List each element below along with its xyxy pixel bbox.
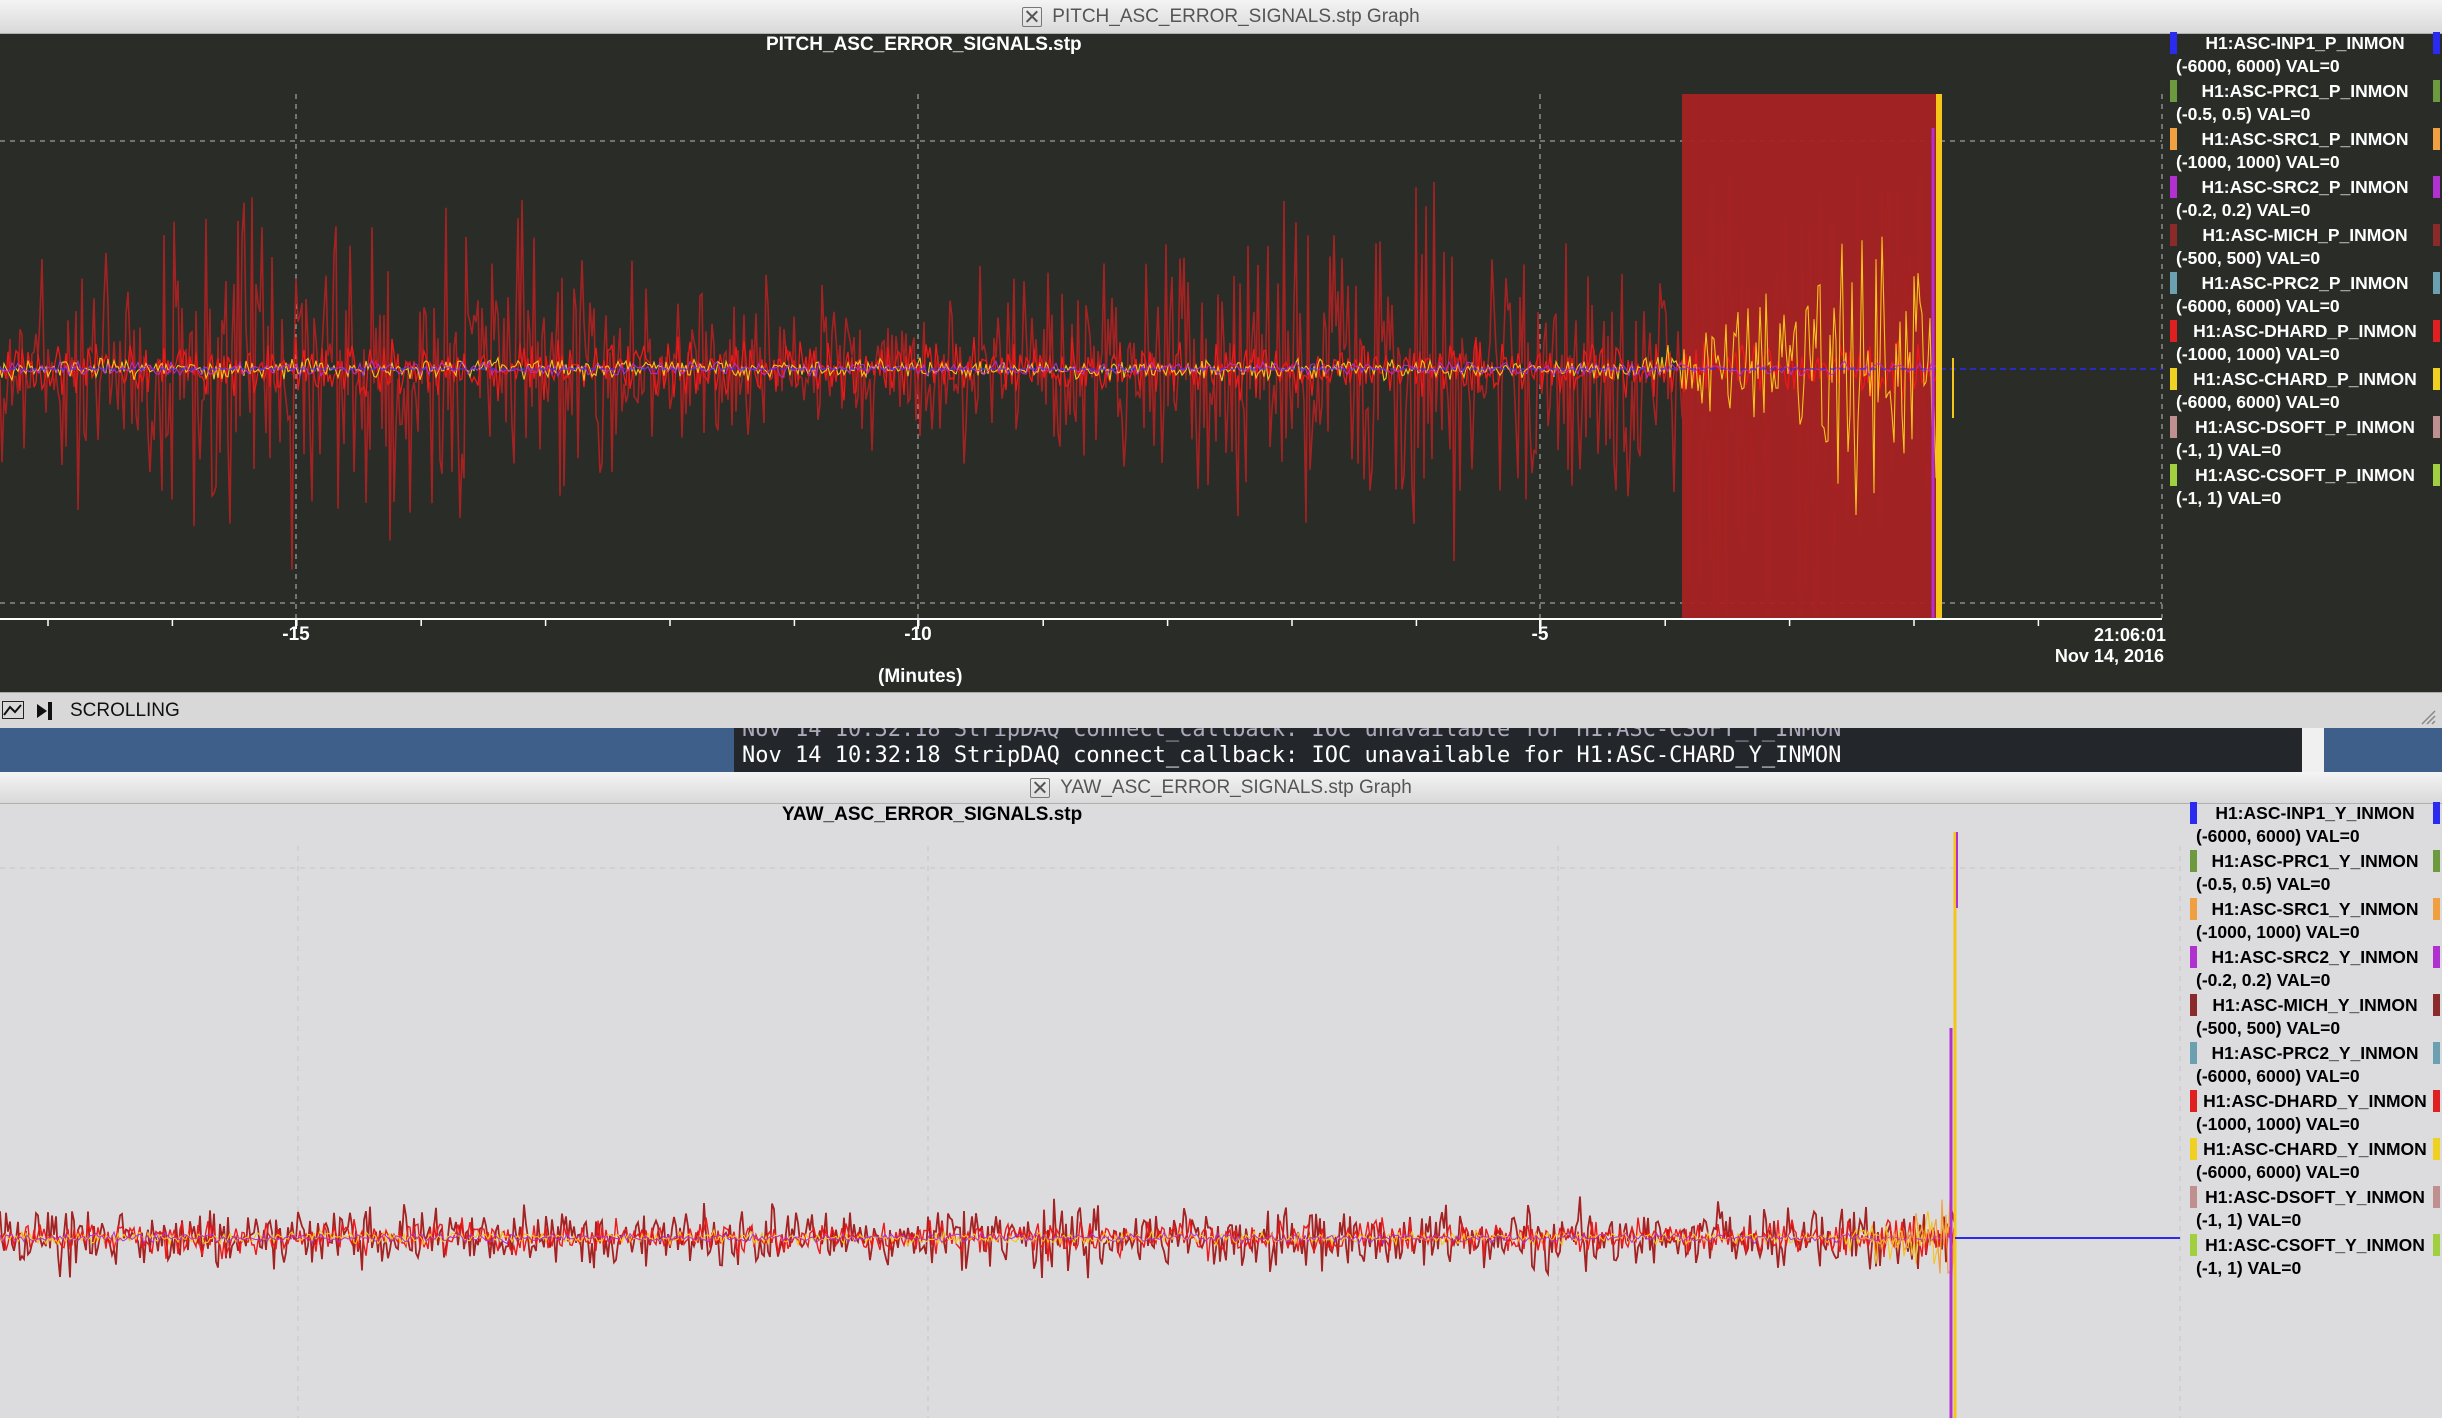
- resize-grip-icon[interactable]: [2418, 707, 2436, 725]
- legend-channel-range: (-1, 1) VAL=0: [2176, 488, 2282, 508]
- legend-channel-range: (-0.5, 0.5) VAL=0: [2176, 104, 2311, 124]
- legend-channel-name: H1:ASC-SRC2_P_INMON: [2170, 176, 2440, 198]
- legend-item[interactable]: H1:ASC-PRC2_Y_INMON (-6000, 6000) VAL=0: [2190, 1042, 2440, 1090]
- legend-channel-range: (-1, 1) VAL=0: [2196, 1210, 2302, 1230]
- legend-channel-range: (-1000, 1000) VAL=0: [2196, 1114, 2360, 1134]
- legend-channel-name: H1:ASC-PRC2_P_INMON: [2170, 272, 2440, 294]
- legend-channel-range: (-6000, 6000) VAL=0: [2196, 1162, 2360, 1182]
- legend-item[interactable]: H1:ASC-PRC1_P_INMON (-0.5, 0.5) VAL=0: [2170, 80, 2440, 128]
- legend-item[interactable]: H1:ASC-PRC1_Y_INMON (-0.5, 0.5) VAL=0: [2190, 850, 2440, 898]
- legend-channel-name: H1:ASC-SRC1_Y_INMON: [2190, 898, 2440, 920]
- trace-mich: [0, 171, 1939, 617]
- pitch-x-axis-unit: (Minutes): [878, 666, 963, 687]
- legend-channel-name: H1:ASC-PRC1_P_INMON: [2170, 80, 2440, 102]
- legend-channel-name: H1:ASC-SRC1_P_INMON: [2170, 128, 2440, 150]
- legend-channel-name: H1:ASC-SRC2_Y_INMON: [2190, 946, 2440, 968]
- legend-channel-name: H1:ASC-MICH_P_INMON: [2170, 224, 2440, 246]
- legend-channel-name: H1:ASC-CHARD_P_INMON: [2170, 368, 2440, 390]
- x11-window-icon: [1030, 777, 1051, 798]
- pitch-status-bar: SCROLLING: [0, 692, 2442, 729]
- legend-item[interactable]: H1:ASC-DHARD_P_INMON (-1000, 1000) VAL=0: [2170, 320, 2440, 368]
- pitch-x-axis: [0, 618, 2162, 629]
- pitch-end-date: Nov 14, 2016: [2054, 646, 2164, 666]
- yaw-window-titlebar[interactable]: YAW_ASC_ERROR_SIGNALS.stp Graph: [0, 772, 2442, 804]
- legend-channel-name: H1:ASC-DHARD_P_INMON: [2170, 320, 2440, 342]
- legend-channel-name: H1:ASC-CSOFT_Y_INMON: [2190, 1234, 2440, 1256]
- legend-item[interactable]: H1:ASC-SRC2_Y_INMON (-0.2, 0.2) VAL=0: [2190, 946, 2440, 994]
- legend-item[interactable]: H1:ASC-INP1_Y_INMON (-6000, 6000) VAL=0: [2190, 802, 2440, 850]
- legend-channel-range: (-500, 500) VAL=0: [2176, 248, 2321, 268]
- yaw-traces: [0, 832, 2180, 1418]
- legend-item[interactable]: H1:ASC-DSOFT_Y_INMON (-1, 1) VAL=0: [2190, 1186, 2440, 1234]
- legend-item[interactable]: H1:ASC-CSOFT_Y_INMON (-1, 1) VAL=0: [2190, 1234, 2440, 1282]
- legend-item[interactable]: H1:ASC-MICH_Y_INMON (-500, 500) VAL=0: [2190, 994, 2440, 1042]
- legend-channel-name: H1:ASC-PRC1_Y_INMON: [2190, 850, 2440, 872]
- legend-item[interactable]: H1:ASC-SRC1_P_INMON (-1000, 1000) VAL=0: [2170, 128, 2440, 176]
- legend-channel-name: H1:ASC-PRC2_Y_INMON: [2190, 1042, 2440, 1064]
- legend-item[interactable]: H1:ASC-INP1_P_INMON (-6000, 6000) VAL=0: [2170, 32, 2440, 80]
- legend-channel-name: H1:ASC-DSOFT_P_INMON: [2170, 416, 2440, 438]
- legend-channel-range: (-0.2, 0.2) VAL=0: [2176, 200, 2311, 220]
- legend-channel-range: (-1000, 1000) VAL=0: [2176, 344, 2340, 364]
- legend-channel-range: (-6000, 6000) VAL=0: [2196, 826, 2360, 846]
- console-strip: Nov 14 10:32:18 StripDAQ connect_callbac…: [0, 728, 2442, 772]
- legend-item[interactable]: H1:ASC-PRC2_P_INMON (-6000, 6000) VAL=0: [2170, 272, 2440, 320]
- pitch-window: PITCH_ASC_ERROR_SIGNALS.stp Graph PITCH_…: [0, 0, 2442, 729]
- legend-channel-name: H1:ASC-INP1_Y_INMON: [2190, 802, 2440, 824]
- zoom-toggle-icon[interactable]: [2, 701, 24, 719]
- legend-channel-name: H1:ASC-MICH_Y_INMON: [2190, 994, 2440, 1016]
- legend-channel-range: (-1, 1) VAL=0: [2196, 1258, 2302, 1278]
- scroll-mode-icon[interactable]: [34, 701, 56, 721]
- legend-item[interactable]: H1:ASC-CHARD_Y_INMON (-6000, 6000) VAL=0: [2190, 1138, 2440, 1186]
- legend-channel-range: (-6000, 6000) VAL=0: [2196, 1066, 2360, 1086]
- legend-channel-range: (-0.5, 0.5) VAL=0: [2196, 874, 2331, 894]
- scroll-mode-label: SCROLLING: [70, 700, 180, 721]
- legend-channel-name: H1:ASC-INP1_P_INMON: [2170, 32, 2440, 54]
- yaw-grid: [0, 846, 2181, 1418]
- legend-channel-name: H1:ASC-DSOFT_Y_INMON: [2190, 1186, 2440, 1208]
- x11-window-icon: [1022, 6, 1043, 27]
- pitch-x-tick: -15: [282, 624, 310, 645]
- legend-item[interactable]: H1:ASC-DHARD_Y_INMON (-1000, 1000) VAL=0: [2190, 1090, 2440, 1138]
- legend-item[interactable]: H1:ASC-DSOFT_P_INMON (-1, 1) VAL=0: [2170, 416, 2440, 464]
- legend-item[interactable]: H1:ASC-SRC2_P_INMON (-0.2, 0.2) VAL=0: [2170, 176, 2440, 224]
- legend-channel-range: (-6000, 6000) VAL=0: [2176, 392, 2340, 412]
- pitch-window-title: PITCH_ASC_ERROR_SIGNALS.stp Graph: [1052, 5, 1420, 27]
- legend-item[interactable]: H1:ASC-SRC1_Y_INMON (-1000, 1000) VAL=0: [2190, 898, 2440, 946]
- yaw-window-title: YAW_ASC_ERROR_SIGNALS.stp Graph: [1060, 776, 1412, 798]
- legend-channel-range: (-500, 500) VAL=0: [2196, 1018, 2341, 1038]
- legend-channel-range: (-6000, 6000) VAL=0: [2176, 296, 2340, 316]
- legend-channel-name: H1:ASC-DHARD_Y_INMON: [2190, 1090, 2440, 1112]
- legend-channel-name: H1:ASC-CSOFT_P_INMON: [2170, 464, 2440, 486]
- legend-item[interactable]: H1:ASC-CSOFT_P_INMON (-1, 1) VAL=0: [2170, 464, 2440, 512]
- pitch-end-time: 21:06:01: [2093, 625, 2166, 645]
- legend-channel-name: H1:ASC-CHARD_Y_INMON: [2190, 1138, 2440, 1160]
- pitch-plot-title: PITCH_ASC_ERROR_SIGNALS.stp: [766, 34, 1082, 55]
- legend-channel-range: (-1000, 1000) VAL=0: [2196, 922, 2360, 942]
- legend-item[interactable]: H1:ASC-MICH_P_INMON (-500, 500) VAL=0: [2170, 224, 2440, 272]
- yaw-plot-area: YAW_ASC_ERROR_SIGNALS.stp H1:ASC-INP1_Y_…: [0, 802, 2442, 1418]
- legend-channel-range: (-1000, 1000) VAL=0: [2176, 152, 2340, 172]
- console-side-panel: [2302, 728, 2324, 772]
- legend-item[interactable]: H1:ASC-CHARD_P_INMON (-6000, 6000) VAL=0: [2170, 368, 2440, 416]
- pitch-x-tick: -5: [1531, 624, 1549, 645]
- pitch-legend: H1:ASC-INP1_P_INMON (-6000, 6000) VAL=0 H1…: [2170, 32, 2440, 512]
- yaw-window: YAW_ASC_ERROR_SIGNALS.stp Graph YAW_ASC_…: [0, 772, 2442, 1418]
- yaw-strip-chart[interactable]: [0, 828, 2190, 1418]
- yaw-legend: H1:ASC-INP1_Y_INMON (-6000, 6000) VAL=0 H1…: [2190, 802, 2440, 1282]
- pitch-traces: [0, 94, 2162, 618]
- console-terminal[interactable]: Nov 14 10:32:18 StripDAQ connect_callbac…: [734, 728, 2302, 772]
- console-line: Nov 14 10:32:18 StripDAQ connect_callbac…: [742, 728, 1842, 742]
- console-line: Nov 14 10:32:18 StripDAQ connect_callbac…: [742, 743, 1842, 768]
- pitch-plot-area: PITCH_ASC_ERROR_SIGNALS.stp -15 -10 -5 (…: [0, 32, 2442, 692]
- trace-chard-saturated: [1936, 94, 1942, 618]
- legend-channel-range: (-1, 1) VAL=0: [2176, 440, 2282, 460]
- legend-channel-range: (-0.2, 0.2) VAL=0: [2196, 970, 2331, 990]
- pitch-strip-chart[interactable]: [0, 58, 2165, 646]
- legend-channel-range: (-6000, 6000) VAL=0: [2176, 56, 2340, 76]
- pitch-x-tick: -10: [904, 624, 932, 645]
- pitch-window-titlebar[interactable]: PITCH_ASC_ERROR_SIGNALS.stp Graph: [0, 0, 2442, 34]
- yaw-plot-title: YAW_ASC_ERROR_SIGNALS.stp: [782, 804, 1083, 825]
- trace-mich-saturated: [1682, 94, 1940, 618]
